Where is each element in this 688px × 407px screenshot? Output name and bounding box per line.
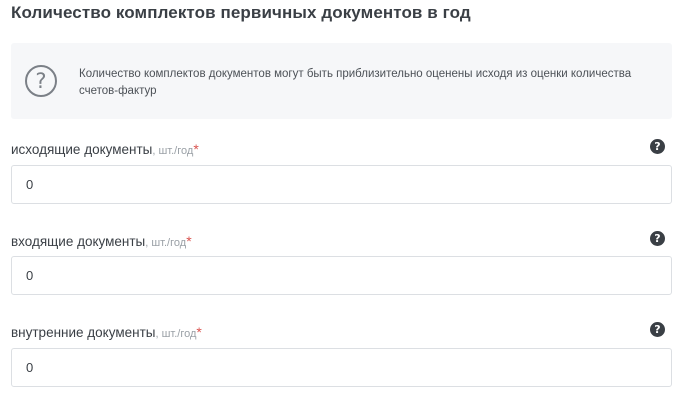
internal-documents-label: внутренние документы, шт./год*	[11, 324, 202, 340]
question-circle-icon: ?	[25, 65, 57, 97]
section-title: Количество комплектов первичных документ…	[11, 3, 471, 22]
help-circle-icon[interactable]: ?	[650, 139, 665, 154]
outgoing-documents-label-text: исходящие документы	[11, 142, 153, 157]
outgoing-documents-unit: , шт./год	[152, 145, 194, 157]
required-mark: *	[196, 324, 202, 340]
help-circle-icon[interactable]: ?	[650, 231, 665, 246]
incoming-documents-label-text: входящие документы	[11, 234, 146, 249]
help-circle-icon[interactable]: ?	[650, 322, 665, 337]
documents-count-form: Количество комплектов первичных документ…	[0, 0, 688, 407]
internal-documents-input[interactable]	[11, 348, 672, 387]
required-mark: *	[193, 141, 199, 157]
required-mark: *	[186, 233, 192, 249]
outgoing-documents-input[interactable]	[11, 165, 672, 204]
internal-documents-label-text: внутренние документы	[11, 325, 156, 340]
info-text: Количество комплектов документов могут б…	[79, 68, 632, 97]
internal-documents-unit: , шт./год	[155, 328, 197, 340]
info-box: ? Количество комплектов документов могут…	[11, 43, 672, 119]
incoming-documents-input[interactable]	[11, 256, 672, 295]
outgoing-documents-label: исходящие документы, шт./год*	[11, 141, 199, 157]
incoming-documents-unit: , шт./год	[145, 237, 187, 249]
incoming-documents-label: входящие документы, шт./год*	[11, 233, 192, 249]
